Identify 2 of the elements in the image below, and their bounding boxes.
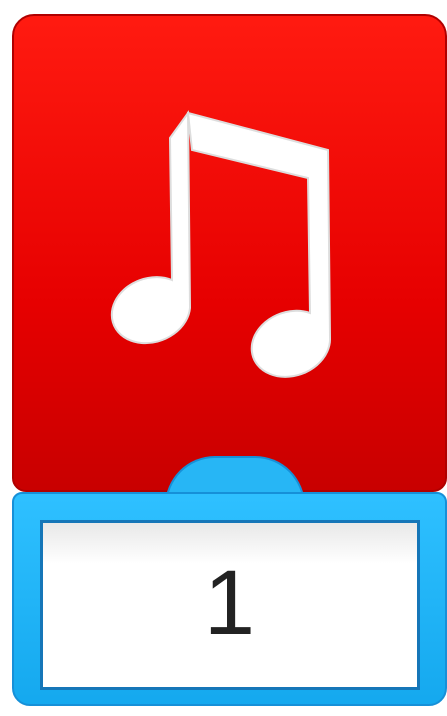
sound-block[interactable] (12, 14, 447, 492)
number-field[interactable]: 1 (40, 520, 420, 690)
